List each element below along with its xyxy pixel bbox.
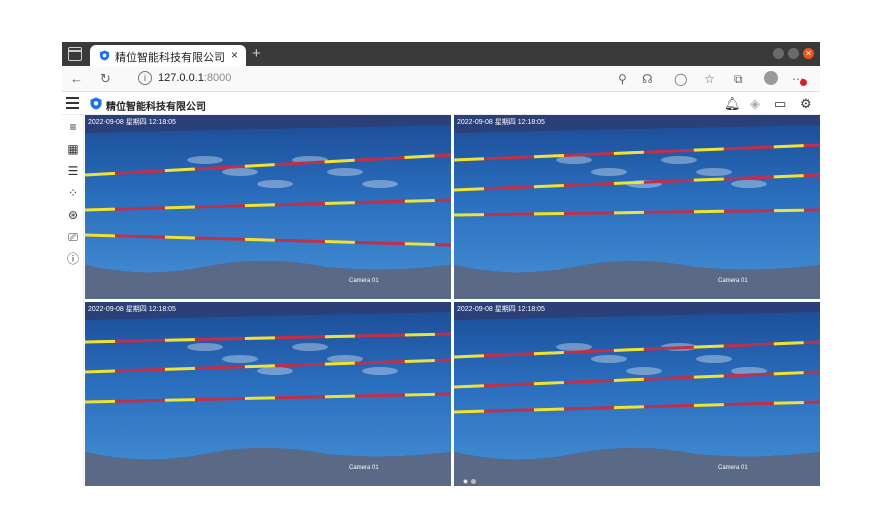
camera-feed[interactable]: 2022-09-08 星期四 12:18:05 Camera 01 [85,302,451,486]
diamond-icon[interactable]: ◈ [750,96,760,112]
navigation-bar: ← ↻ i 127.0.0.1:8000 ⚲ ☊ ◯ ☆ ⧉ ⋯ [62,66,820,92]
app-title: 精位智能科技有限公司 [106,102,206,113]
water-splash [257,180,293,188]
camera-label: Camera 01 [349,278,379,284]
window-controls: ✕ [773,48,814,59]
settings-wheel-icon[interactable]: ⊛ [65,207,81,223]
water-splash [556,343,592,351]
camera-timestamp: 2022-09-08 星期四 12:18:05 [457,119,545,126]
minimize-icon[interactable] [773,48,784,59]
water-splash [292,343,328,351]
camera-feed[interactable]: 2022-09-08 星期四 12:18:05 Camera 01 [454,115,820,299]
collections-icon[interactable]: ⧉ [734,70,743,88]
new-tab-button[interactable]: + [252,45,261,62]
camera-label: Camera 01 [718,465,748,471]
info-icon[interactable]: ⓘ [65,251,81,267]
gear-icon[interactable]: ⚙ [800,96,812,112]
shield-extension-icon[interactable]: ◯ [674,70,687,88]
browser-window: 精位智能科技有限公司 × + ✕ ← ↻ i 127.0.0.1:8000 ⚲ … [62,42,820,486]
camera-timestamp: 2022-09-08 星期四 12:18:05 [88,306,176,313]
tab-bar: 精位智能科技有限公司 × + ✕ [62,42,820,66]
browser-tab[interactable]: 精位智能科技有限公司 × [90,45,246,66]
video-grid: 2022-09-08 星期四 12:18:05 Camera 01 2022-09… [85,115,820,486]
close-window-icon[interactable]: ✕ [803,48,814,59]
bookmark-star-icon[interactable]: ☆ [704,70,715,88]
camera-timestamp: 2022-09-08 星期四 12:18:05 [88,119,176,126]
sidebar: ≡ ▦ ☰ ⁘ ⊛ ⎚ ⓘ [62,115,84,486]
camera-feed[interactable]: 2022-09-08 星期四 12:18:05 Camera 01 [85,115,451,299]
site-info-icon[interactable]: i [138,71,152,85]
profile-avatar[interactable] [764,71,778,85]
water-splash [222,168,258,176]
water-splash [696,355,732,363]
water-splash [591,355,627,363]
camera-feed[interactable]: 2022-09-08 星期四 12:18:05 Camera 01 [454,302,820,486]
database-icon[interactable]: ≡ [65,119,81,135]
water-splash [696,168,732,176]
pool-scene [454,115,820,299]
window-menu-icon[interactable] [68,47,82,61]
pool-scene [85,115,451,299]
back-arrow-icon[interactable]: ← [70,70,83,88]
video-icon[interactable]: ▭ [774,96,786,112]
water-splash [222,355,258,363]
camera-label: Camera 01 [718,278,748,284]
url-field[interactable]: 127.0.0.1:8000 [158,72,231,84]
water-splash [731,180,767,188]
camera-label: Camera 01 [349,465,379,471]
notification-badge [800,79,807,86]
water-splash [187,343,223,351]
url-host: 127.0.0.1 [158,72,204,84]
water-splash [661,156,697,164]
water-splash [591,168,627,176]
pool-water [85,125,451,273]
water-splash [327,168,363,176]
maximize-icon[interactable] [788,48,799,59]
page-dot[interactable] [463,479,468,484]
app-logo-icon [90,97,102,110]
reader-icon[interactable]: ☊ [642,70,653,88]
reload-icon[interactable]: ↻ [100,70,111,88]
zoom-icon[interactable]: ⚲ [618,70,627,88]
page-indicator [463,479,476,484]
water-splash [556,156,592,164]
camera-timestamp: 2022-09-08 星期四 12:18:05 [457,306,545,313]
page-dot[interactable] [471,479,476,484]
pool-scene [85,302,451,486]
pool-scene [454,302,820,486]
water-splash [362,180,398,188]
bell-icon[interactable]: 🔔︎ [724,96,741,112]
hamburger-menu-icon[interactable] [66,97,79,109]
url-port: :8000 [203,72,232,84]
grid-icon[interactable]: ▦ [65,141,81,157]
tab-close-icon[interactable]: × [231,48,238,62]
focus-icon[interactable]: ⁘ [65,185,81,201]
water-splash [187,156,223,164]
camera-icon[interactable]: ⎚ [65,229,81,245]
app-header: 精位智能科技有限公司 🔔︎ ◈ ▭ ⚙ [62,93,820,115]
water-splash [362,367,398,375]
shield-icon [99,50,110,61]
water-splash [257,367,293,375]
tab-title: 精位智能科技有限公司 [115,52,225,64]
sliders-icon[interactable]: ☰ [65,163,81,179]
water-splash [626,367,662,375]
